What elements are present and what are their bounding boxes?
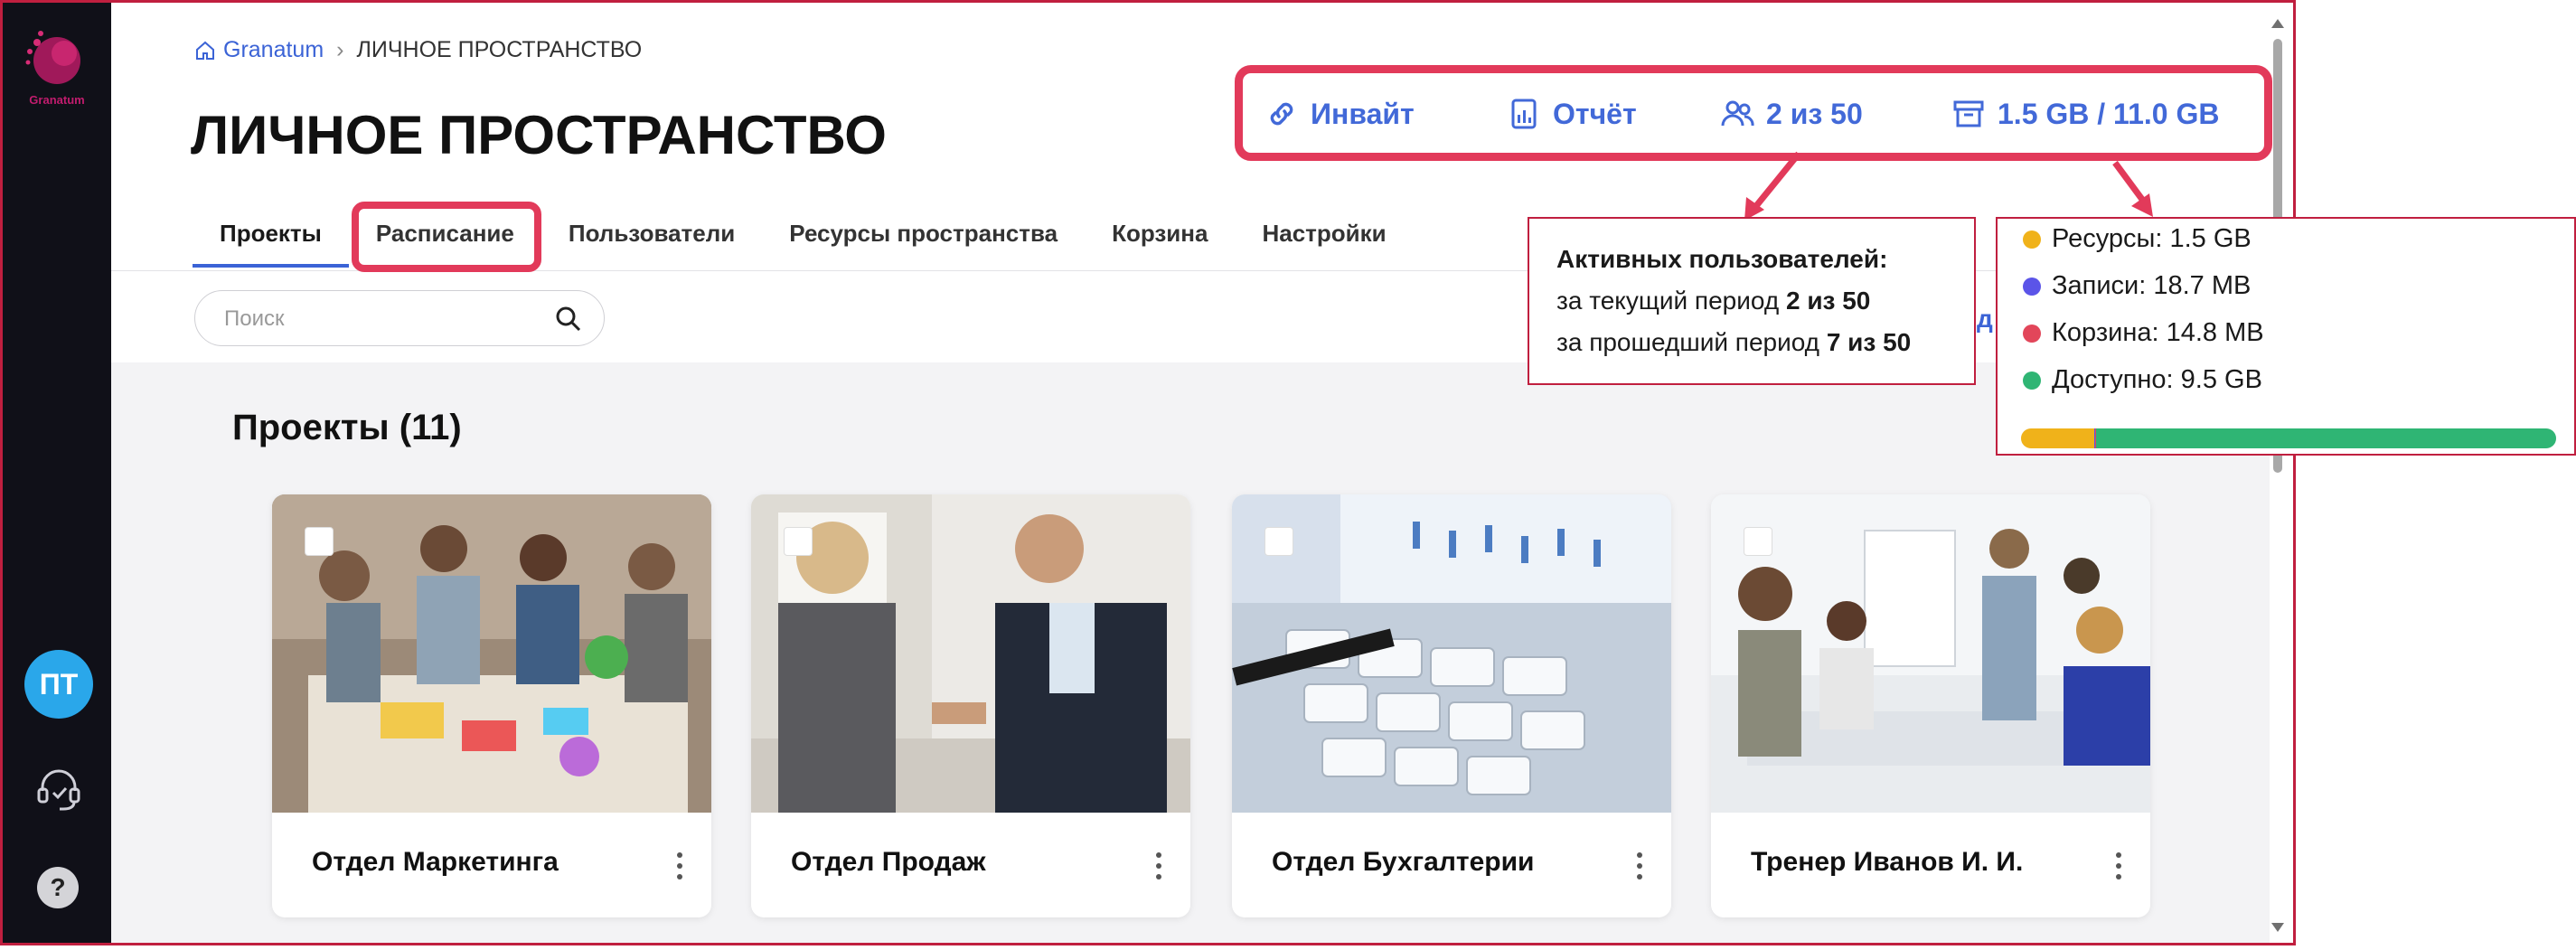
sidebar: Granatum ПТ ?: [3, 3, 111, 943]
tab-trash[interactable]: Корзина: [1085, 212, 1235, 268]
tab-settings[interactable]: Настройки: [1235, 212, 1413, 268]
tooltip-heading: Активных пользователей:: [1556, 245, 1888, 273]
search-input[interactable]: [222, 291, 551, 347]
more-options-icon[interactable]: [2114, 852, 2123, 883]
search-box: [194, 290, 605, 347]
scroll-down-icon[interactable]: [2271, 923, 2284, 932]
users-count-label: 2 из 50: [1766, 97, 1863, 130]
project-image: [272, 494, 711, 813]
legend-records-label: Записи: 18.7 MB: [2052, 271, 2252, 300]
project-image: [1711, 494, 2150, 813]
annotation-arrows: [1744, 151, 2153, 221]
tab-space-resources[interactable]: Ресурсы пространства: [762, 212, 1085, 268]
project-title[interactable]: Отдел Маркетинга: [312, 847, 559, 878]
project-title[interactable]: Тренер Иванов И. И.: [1751, 847, 2023, 878]
past-period-line: за прошедший период 7 из 50: [1556, 322, 1974, 363]
report-icon: [1511, 99, 1537, 129]
legend-resources: Ресурсы: 1.5 GB: [2023, 224, 2252, 254]
report-label: Отчёт: [1553, 97, 1637, 130]
schedule-tab-highlight: [352, 202, 541, 272]
more-options-icon[interactable]: [675, 852, 684, 883]
legend-available-label: Доступно: 9.5 GB: [2052, 365, 2262, 394]
storage-label: 1.5 GB / 11.0 GB: [1998, 97, 2220, 130]
storage-usage-bar: [2021, 428, 2556, 448]
more-options-icon[interactable]: [1154, 852, 1163, 883]
truncated-text: д: [1977, 305, 1993, 333]
bar-segment-resources: [2021, 428, 2095, 448]
breadcrumb-separator: ›: [336, 37, 344, 62]
scrollbar[interactable]: [2270, 19, 2286, 934]
storage-button[interactable]: 1.5 GB / 11.0 GB: [1951, 96, 2219, 132]
project-image: [751, 494, 1190, 813]
breadcrumb-home[interactable]: Granatum: [194, 37, 324, 63]
more-options-icon[interactable]: [1635, 852, 1644, 883]
active-users-tooltip: Активных пользователей: за текущий перио…: [1528, 217, 1976, 385]
project-card[interactable]: Тренер Иванов И. И.: [1711, 494, 2150, 917]
project-image: [1232, 494, 1671, 813]
current-period-value: 2 из 50: [1785, 287, 1871, 315]
home-icon: [196, 41, 214, 60]
records-dot-icon: [2023, 277, 2041, 296]
report-button[interactable]: Отчёт: [1506, 96, 1637, 132]
legend-trash-label: Корзина: 14.8 MB: [2052, 318, 2264, 347]
legend-records: Записи: 18.7 MB: [2023, 271, 2251, 301]
project-checkbox[interactable]: [1264, 527, 1293, 556]
logo-text: Granatum: [29, 93, 85, 107]
bar-segment-available: [2095, 428, 2556, 448]
breadcrumb-home-label: Granatum: [223, 37, 324, 62]
users-count-button[interactable]: 2 из 50: [1719, 96, 1863, 132]
search-icon[interactable]: [555, 306, 582, 333]
support-headset-icon[interactable]: [32, 762, 86, 816]
current-period-line: за текущий период 2 из 50: [1556, 280, 1974, 322]
storage-tooltip: Ресурсы: 1.5 GB Записи: 18.7 MB Корзина:…: [1996, 217, 2576, 456]
project-title[interactable]: Отдел Бухгалтерии: [1272, 847, 1534, 878]
current-period-label: за текущий период: [1556, 287, 1780, 315]
tab-users[interactable]: Пользователи: [541, 212, 762, 268]
project-card[interactable]: Отдел Маркетинга: [272, 494, 711, 917]
project-card[interactable]: Отдел Продаж: [751, 494, 1190, 917]
project-card[interactable]: Отдел Бухгалтерии: [1232, 494, 1671, 917]
legend-resources-label: Ресурсы: 1.5 GB: [2052, 224, 2252, 253]
link-icon: [1270, 102, 1293, 126]
project-checkbox[interactable]: [784, 527, 813, 556]
project-checkbox[interactable]: [305, 527, 334, 556]
breadcrumb-current: ЛИЧНОЕ ПРОСТРАНСТВО: [356, 37, 643, 62]
invite-button[interactable]: Инвайт: [1264, 96, 1415, 132]
granatum-logo[interactable]: [17, 23, 89, 95]
resources-dot-icon: [2023, 230, 2041, 249]
project-checkbox[interactable]: [1744, 527, 1772, 556]
tab-projects[interactable]: Проекты: [193, 212, 349, 268]
page-title: ЛИЧНОЕ ПРОСТРАНСТВО: [191, 105, 887, 165]
section-title: Проекты (11): [232, 408, 462, 447]
legend-available: Доступно: 9.5 GB: [2023, 365, 2262, 395]
legend-trash: Корзина: 14.8 MB: [2023, 318, 2264, 348]
breadcrumb: Granatum › ЛИЧНОЕ ПРОСТРАНСТВО: [194, 37, 642, 63]
project-title[interactable]: Отдел Продаж: [791, 847, 986, 878]
past-period-label: за прошедший период: [1556, 328, 1820, 356]
past-period-value: 7 из 50: [1826, 328, 1912, 356]
archive-icon: [1953, 100, 1984, 127]
users-icon: [1721, 100, 1754, 127]
invite-label: Инвайт: [1311, 97, 1415, 130]
trash-dot-icon: [2023, 324, 2041, 343]
scroll-up-icon[interactable]: [2271, 19, 2284, 28]
help-icon[interactable]: ?: [37, 867, 79, 908]
avatar[interactable]: ПТ: [24, 650, 93, 719]
available-dot-icon: [2023, 371, 2041, 390]
